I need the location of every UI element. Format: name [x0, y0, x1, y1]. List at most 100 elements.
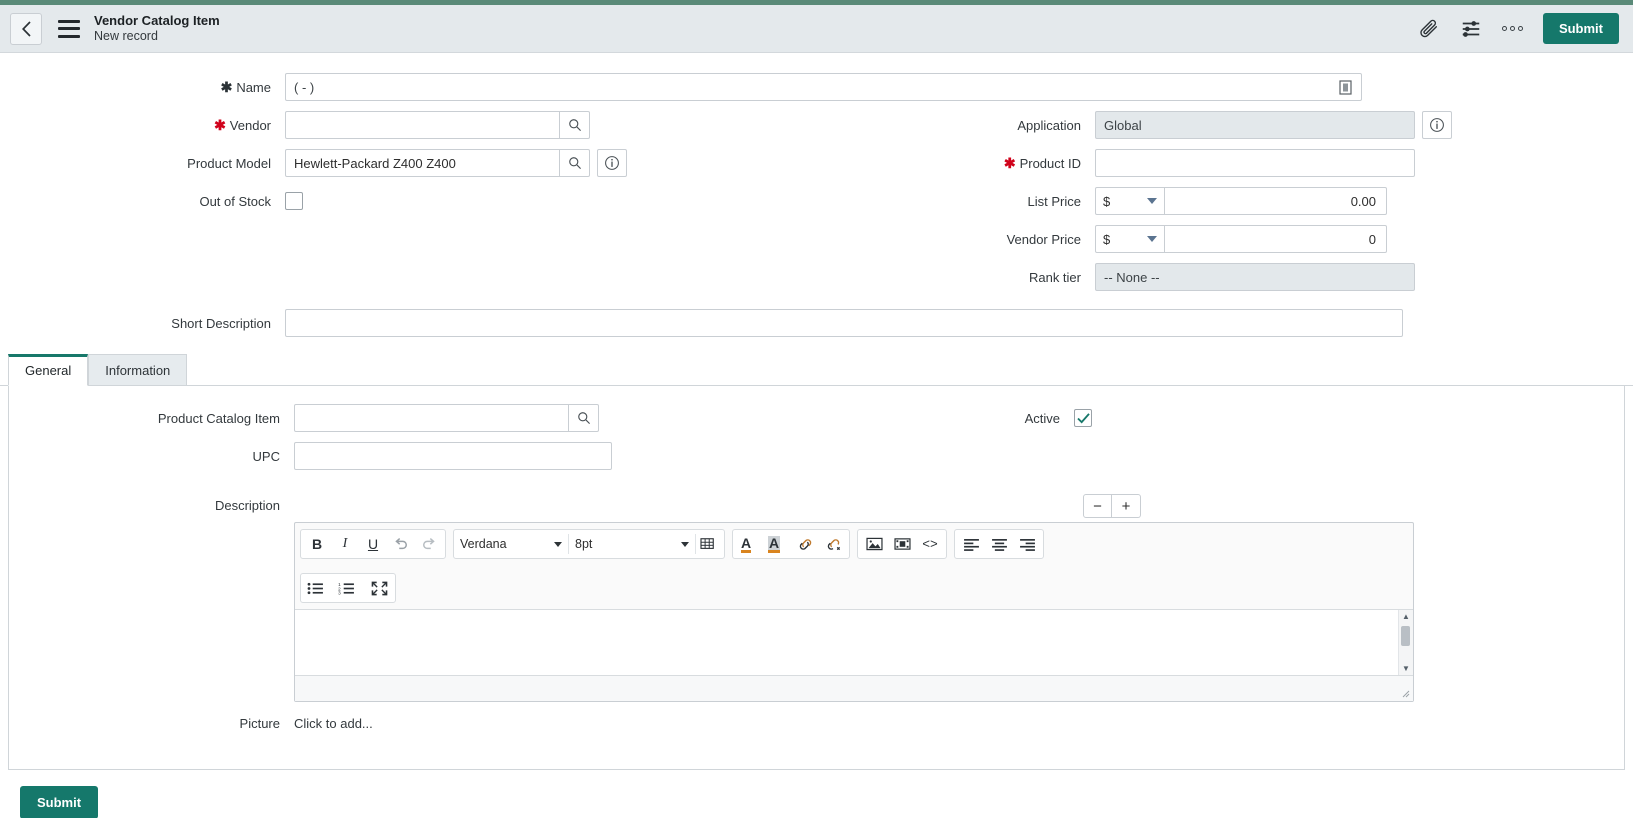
unlink-button[interactable]: [819, 531, 847, 557]
personalize-form-button[interactable]: [1460, 18, 1482, 40]
name-label-wrap: ✱ Name: [0, 79, 285, 96]
required-asterisk-name: ✱: [220, 78, 233, 95]
product-catalog-item-label: Product Catalog Item: [157, 410, 280, 426]
toolbar-group-align: [954, 529, 1044, 559]
vendor-price-input[interactable]: [1165, 225, 1387, 253]
font-family-select[interactable]: Verdana: [454, 531, 568, 557]
editor-zoom-controls: − +: [294, 494, 1141, 518]
vendor-price-currency-select[interactable]: $: [1095, 225, 1165, 253]
out-of-stock-checkbox[interactable]: [285, 192, 303, 210]
resize-grip-icon[interactable]: [1402, 690, 1410, 698]
picture-label: Picture: [239, 716, 280, 731]
back-button[interactable]: [10, 12, 42, 45]
insert-link-button[interactable]: [791, 531, 819, 557]
editor-zoom-in-button[interactable]: +: [1112, 494, 1141, 518]
field-row-catalog-item-active: Product Catalog Item Active: [9, 404, 1624, 432]
font-size-select[interactable]: 8pt: [569, 531, 695, 557]
align-right-button[interactable]: [1013, 531, 1041, 557]
sliders-icon: [1462, 20, 1480, 37]
list-price-label: List Price: [1027, 193, 1081, 209]
image-icon: [865, 537, 883, 551]
picture-add-link[interactable]: Click to add...: [294, 716, 373, 731]
bold-button[interactable]: B: [303, 531, 331, 557]
redo-icon: [423, 538, 435, 550]
submit-button-header[interactable]: Submit: [1542, 13, 1619, 44]
info-circle-icon: [605, 156, 619, 170]
col-right-application: Application Global: [820, 111, 1580, 139]
italic-button[interactable]: I: [331, 531, 359, 557]
underline-button[interactable]: U: [359, 531, 387, 557]
scroll-down-arrow[interactable]: ▼: [1402, 662, 1410, 675]
list-price-input[interactable]: [1165, 187, 1387, 215]
source-code-button[interactable]: <>: [916, 531, 944, 557]
insert-video-button[interactable]: [888, 531, 916, 557]
toolbar-group-lists: 1 2 3: [300, 573, 396, 603]
vendor-lookup-button[interactable]: [560, 111, 590, 139]
field-row-vendor-application: ✱ Vendor Application Global: [0, 111, 1633, 139]
active-label: Active: [1024, 410, 1060, 426]
tab-information[interactable]: Information: [88, 354, 188, 386]
more-options-button[interactable]: [1501, 26, 1523, 31]
align-left-button[interactable]: [957, 531, 985, 557]
field-row-rank-tier: Rank tier -- None --: [0, 263, 1633, 291]
product-model-info-button[interactable]: [597, 149, 627, 177]
scroll-up-arrow[interactable]: ▲: [1402, 610, 1410, 623]
align-right-icon: [1019, 538, 1035, 551]
fullscreen-button[interactable]: [365, 575, 393, 601]
highlight-color-button[interactable]: A: [763, 531, 791, 557]
tab-general[interactable]: General: [8, 354, 89, 386]
ellipsis-icon: [1501, 26, 1507, 31]
required-asterisk-product-id: ✱: [1003, 154, 1016, 171]
product-catalog-item-input[interactable]: [294, 404, 569, 432]
numbered-list-button[interactable]: 1 2 3: [334, 575, 365, 601]
upc-input[interactable]: [294, 442, 612, 470]
col-right-rank-tier: Rank tier -- None --: [820, 263, 1580, 291]
page-title: Vendor Catalog Item New record: [94, 13, 220, 43]
menu-button[interactable]: [58, 19, 80, 38]
attachment-button[interactable]: [1418, 18, 1440, 40]
table-button[interactable]: [696, 531, 724, 557]
field-row-name: ✱ Name: [0, 73, 1633, 101]
font-size-value: 8pt: [575, 537, 593, 551]
editor-scrollbar[interactable]: ▲ ▼: [1398, 610, 1413, 675]
product-id-label-wrap: ✱ Product ID: [820, 155, 1095, 172]
editor-zoom-out-button[interactable]: −: [1083, 494, 1112, 518]
align-center-button[interactable]: [985, 531, 1013, 557]
product-model-label: Product Model: [187, 155, 271, 171]
form-tabs: General Information: [0, 353, 1633, 386]
field-row-description: Description − + B I U Verdana 8pt A A <>…: [9, 494, 1624, 702]
scrollbar-thumb[interactable]: [1401, 626, 1410, 646]
active-checkbox[interactable]: [1074, 409, 1092, 427]
editor-toolbar: B I U Verdana 8pt A A <> 1 2 3: [295, 523, 1413, 607]
record-status-subtitle: New record: [94, 28, 158, 43]
product-model-lookup-button[interactable]: [560, 149, 590, 177]
field-row-upc: UPC: [9, 442, 1624, 470]
description-textarea[interactable]: [295, 610, 1398, 675]
reference-icon[interactable]: [1332, 74, 1358, 100]
align-left-icon: [963, 538, 979, 551]
toolbar-group-color-link: A A: [732, 529, 850, 559]
product-model-input[interactable]: [285, 149, 560, 177]
vendor-input[interactable]: [285, 111, 560, 139]
page-header: Vendor Catalog Item New record Submit: [0, 5, 1633, 53]
product-id-label: Product ID: [1019, 155, 1081, 171]
insert-image-button[interactable]: [860, 531, 888, 557]
product-id-input[interactable]: [1095, 149, 1415, 177]
name-input[interactable]: [286, 74, 1332, 100]
vendor-price-label: Vendor Price: [1006, 231, 1081, 247]
video-icon: [893, 538, 911, 550]
toolbar-group-media: <>: [857, 529, 947, 559]
bullet-list-button[interactable]: [303, 575, 334, 601]
svg-text:3: 3: [338, 590, 341, 594]
undo-button[interactable]: [387, 531, 415, 557]
rank-tier-value[interactable]: -- None --: [1095, 263, 1415, 291]
product-catalog-item-lookup-button[interactable]: [569, 404, 599, 432]
text-color-button[interactable]: A: [735, 531, 763, 557]
align-center-icon: [991, 538, 1007, 551]
application-info-button[interactable]: [1422, 111, 1452, 139]
upc-label: UPC: [252, 448, 280, 464]
list-price-currency-select[interactable]: $: [1095, 187, 1165, 215]
short-description-input[interactable]: [285, 309, 1403, 337]
redo-button[interactable]: [415, 531, 443, 557]
submit-button-footer[interactable]: Submit: [20, 786, 99, 818]
